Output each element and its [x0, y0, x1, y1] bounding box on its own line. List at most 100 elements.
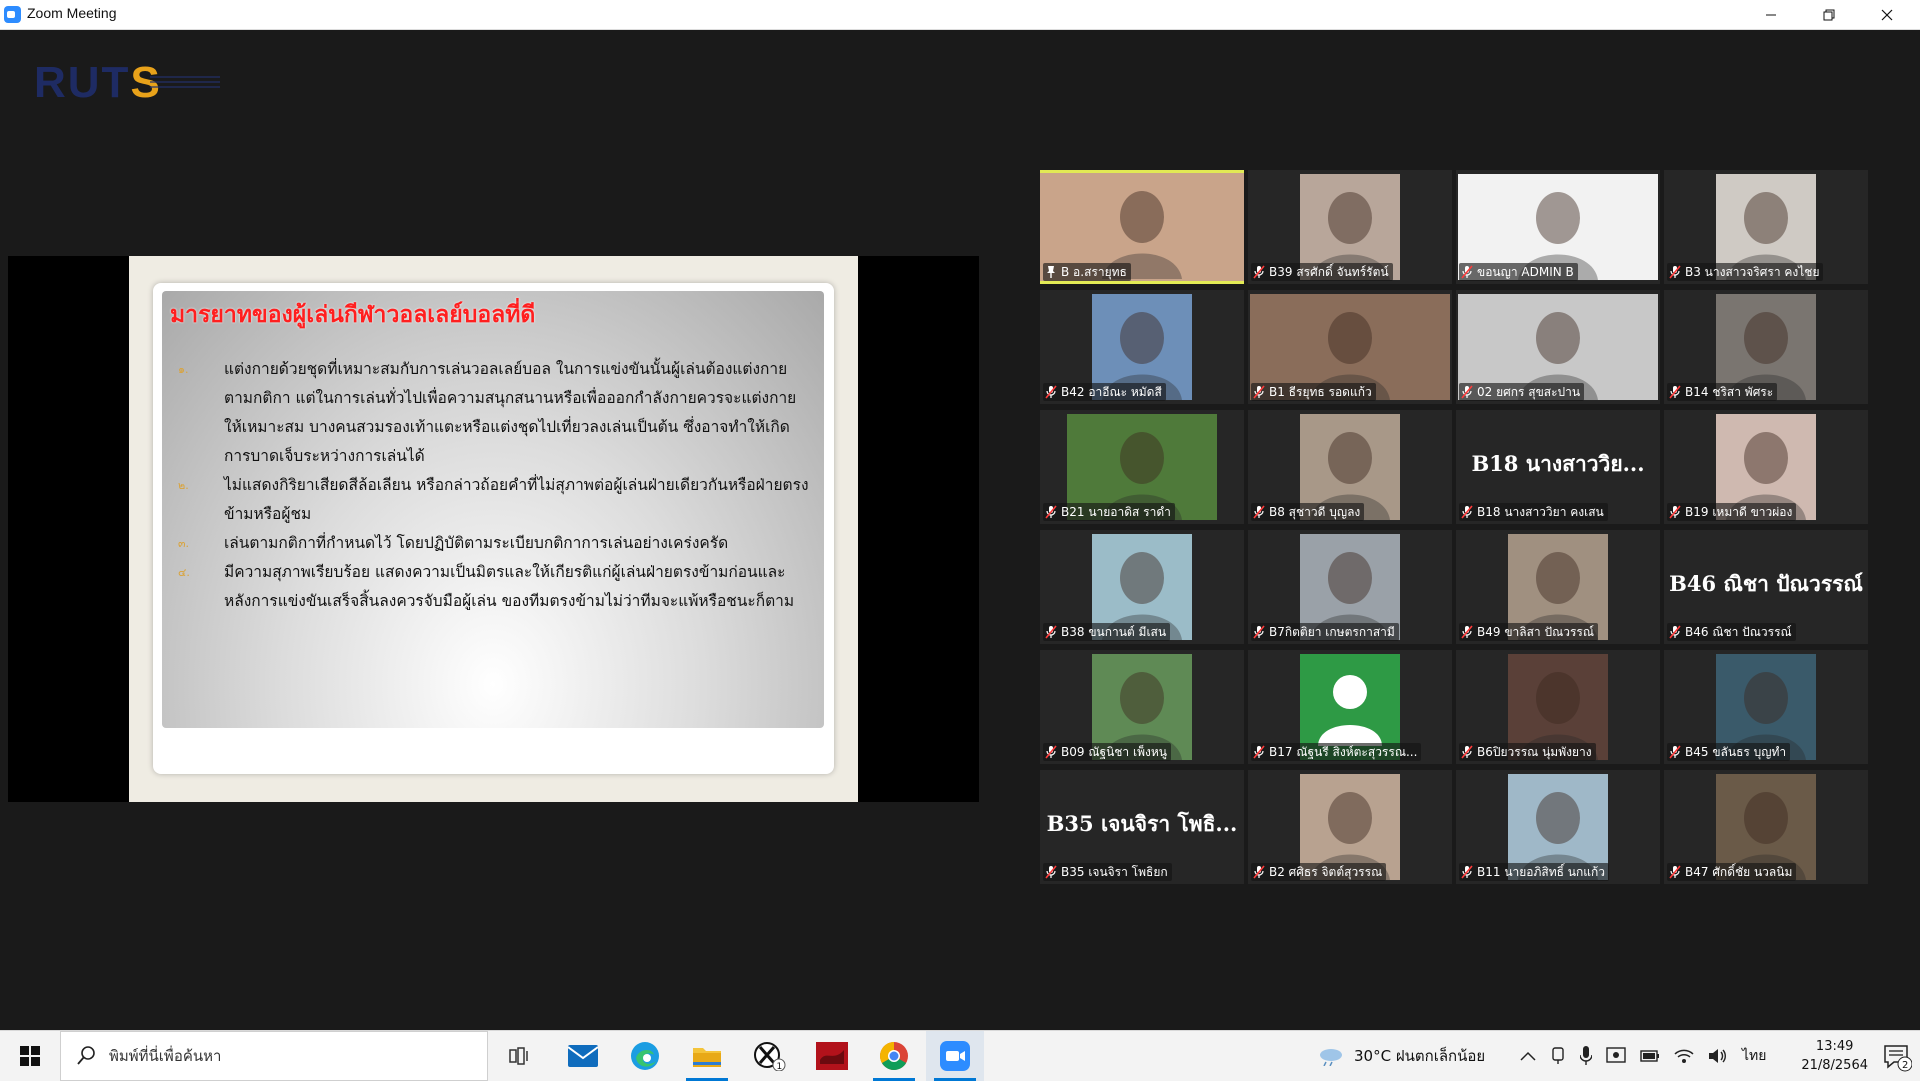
- system-tray: ไทย: [1520, 1031, 1766, 1081]
- participant-name: B3 นางสาวจริศรา คงไชย: [1685, 265, 1820, 279]
- participant-name-tag: B19 เหมาดี ขาวผ่อง: [1667, 503, 1797, 521]
- muted-mic-icon: [1669, 865, 1681, 879]
- edge-button[interactable]: [616, 1031, 674, 1081]
- zoom-taskbar-button[interactable]: [926, 1031, 984, 1081]
- participant-tile[interactable]: B35 เจนจิรา โพธิ... B35 เจนจิรา โพธิยก: [1040, 770, 1244, 884]
- participant-name-tag: B09 ณัฐนิชา เพ็งหนู: [1043, 743, 1171, 761]
- muted-mic-icon: [1045, 865, 1057, 879]
- taskbar-search-box[interactable]: พิมพ์ที่นี่เพื่อค้นหา: [60, 1031, 488, 1081]
- participant-tile[interactable]: B09 ณัฐนิชา เพ็งหนู: [1040, 650, 1244, 764]
- shared-screen[interactable]: มารยาทของผู้เล่นกีฬาวอลเลย์บอลที่ดี ๑. แต…: [8, 256, 979, 802]
- participant-name-tag: B3 นางสาวจริศรา คงไชย: [1667, 263, 1824, 281]
- participant-name: B46 ณิชา ปัณวรรณ์: [1685, 625, 1792, 639]
- muted-mic-icon: [1045, 625, 1057, 639]
- muted-mic-icon: [1045, 385, 1057, 399]
- notification-icon: 2: [1884, 1045, 1913, 1072]
- muted-mic-icon: [1461, 625, 1473, 639]
- participant-name-tag: 02 ยศกร สุขสะปาน: [1459, 383, 1585, 401]
- network-settings-icon[interactable]: [1606, 1047, 1626, 1065]
- red-app-button[interactable]: [803, 1031, 861, 1081]
- participant-name-tag: B7กิตติยา เกษตรกาสามี: [1251, 623, 1399, 641]
- chrome-button[interactable]: [865, 1031, 923, 1081]
- logo-subtitle-lines: [150, 76, 220, 90]
- participant-tile[interactable]: B8 สุชาวดี บุญลง: [1248, 410, 1452, 524]
- muted-mic-icon: [1253, 745, 1265, 759]
- participant-name-tag: B17 ณัฐนรี สิงห์ตะสุวรรณ...: [1251, 743, 1422, 761]
- participant-tile[interactable]: B1 ธีรยุทธ รอดแก้ว: [1248, 290, 1452, 404]
- taskbar-clock[interactable]: 13:49 21/8/2564: [1801, 1037, 1868, 1075]
- restore-button[interactable]: [1800, 0, 1858, 29]
- zoom-icon: [4, 6, 21, 23]
- participant-name: B45 ขลันธร บุญทำ: [1685, 745, 1787, 759]
- participant-tile[interactable]: 02 ยศกร สุขสะปาน: [1456, 290, 1660, 404]
- presentation-slide: มารยาทของผู้เล่นกีฬาวอลเลย์บอลที่ดี ๑. แต…: [129, 256, 858, 802]
- weather-widget[interactable]: 30°C ฝนตกเล็กน้อย: [1318, 1031, 1485, 1081]
- participant-tile[interactable]: B3 นางสาวจริศรา คงไชย: [1664, 170, 1868, 284]
- participant-name: B17 ณัฐนรี สิงห์ตะสุวรรณ...: [1269, 745, 1418, 759]
- file-explorer-button[interactable]: [678, 1031, 736, 1081]
- wifi-icon[interactable]: [1674, 1048, 1694, 1064]
- microphone-icon[interactable]: [1580, 1046, 1592, 1066]
- xbox-button[interactable]: 1: [741, 1031, 799, 1081]
- task-view-button[interactable]: [491, 1031, 549, 1081]
- participant-tile[interactable]: B39 สรศักดิ์ จันทร์รัตน์: [1248, 170, 1452, 284]
- participant-name-tag: B46 ณิชา ปัณวรรณ์: [1667, 623, 1796, 641]
- muted-mic-icon: [1461, 865, 1473, 879]
- muted-mic-icon: [1253, 865, 1265, 879]
- participant-tile[interactable]: B21 นายอาดิส ราดำ: [1040, 410, 1244, 524]
- participant-name: B38 ขนกานต์ มีเสน: [1061, 625, 1167, 639]
- start-button[interactable]: [0, 1031, 60, 1081]
- task-view-icon: [509, 1047, 528, 1065]
- participant-tile[interactable]: B2 ศศิธร จิตต์สุวรรณ: [1248, 770, 1452, 884]
- slide-content: มารยาทของผู้เล่นกีฬาวอลเลย์บอลที่ดี ๑. แต…: [162, 291, 824, 728]
- participant-name: B7กิตติยา เกษตรกาสามี: [1269, 625, 1395, 639]
- close-button[interactable]: [1858, 0, 1916, 29]
- input-language[interactable]: ไทย: [1742, 1045, 1766, 1067]
- muted-mic-icon: [1461, 265, 1473, 279]
- participant-tile[interactable]: B49 ขาลิสา ปัณวรรณ์: [1456, 530, 1660, 644]
- slide-bullet: ๔. มีความสุภาพเรียบร้อย แสดงความเป็นมิตรแ…: [178, 563, 795, 610]
- participant-tile[interactable]: B19 เหมาดี ขาวผ่อง: [1664, 410, 1868, 524]
- participant-tile[interactable]: B46 ณิชา ปัณวรรณ์ B46 ณิชา ปัณวรรณ์: [1664, 530, 1868, 644]
- participant-name-tag: B35 เจนจิรา โพธิยก: [1043, 863, 1172, 881]
- participant-tile[interactable]: B18 นางสาววิย... B18 นางสาววิยา คงเสน: [1456, 410, 1660, 524]
- participant-name: B11 นายอภิสิทธิ์ นกแก้ว: [1477, 865, 1605, 879]
- participant-name: B2 ศศิธร จิตต์สุวรรณ: [1269, 865, 1383, 879]
- mail-button[interactable]: [554, 1031, 612, 1081]
- participant-name-tag: B18 นางสาววิยา คงเสน: [1459, 503, 1608, 521]
- muted-mic-icon: [1461, 745, 1473, 759]
- zoom-icon: [940, 1041, 970, 1071]
- volume-icon[interactable]: [1708, 1048, 1728, 1064]
- slide-card: มารยาทของผู้เล่นกีฬาวอลเลย์บอลที่ดี ๑. แต…: [153, 283, 834, 774]
- participant-tile[interactable]: B อ.สรายุทธ: [1040, 170, 1244, 284]
- battery-icon[interactable]: [1640, 1050, 1660, 1062]
- participant-tile[interactable]: B6ปิยวรรณ นุ่มพังยาง: [1456, 650, 1660, 764]
- participant-name: 02 ยศกร สุขสะปาน: [1477, 385, 1581, 399]
- participant-tile[interactable]: B38 ขนกานต์ มีเสน: [1040, 530, 1244, 644]
- participant-name: B อ.สรายุทธ: [1061, 265, 1127, 279]
- search-placeholder: พิมพ์ที่นี่เพื่อค้นหา: [109, 1047, 222, 1065]
- notification-center-button[interactable]: 2: [1882, 1042, 1913, 1072]
- participant-tile[interactable]: ขอนญา ADMIN B: [1456, 170, 1660, 284]
- participant-tile[interactable]: B17 ณัฐนรี สิงห์ตะสุวรรณ...: [1248, 650, 1452, 764]
- participant-tile[interactable]: B42 อาอีณะ หมัดสี: [1040, 290, 1244, 404]
- minimize-button[interactable]: [1742, 0, 1800, 29]
- meet-now-icon[interactable]: [1550, 1047, 1566, 1065]
- participant-name: B1 ธีรยุทธ รอดแก้ว: [1269, 385, 1372, 399]
- chevron-up-icon[interactable]: [1520, 1051, 1536, 1061]
- app-red-icon: [816, 1042, 848, 1070]
- participant-tile[interactable]: B14 ชริสา พัศระ: [1664, 290, 1868, 404]
- participant-name-tag: B45 ขลันธร บุญทำ: [1667, 743, 1791, 761]
- participant-tile[interactable]: B11 นายอภิสิทธิ์ นกแก้ว: [1456, 770, 1660, 884]
- participant-name-tag: B1 ธีรยุทธ รอดแก้ว: [1251, 383, 1376, 401]
- search-icon: [77, 1046, 95, 1065]
- window-titlebar: Zoom Meeting: [0, 0, 1920, 30]
- participant-name: B47 ศักดิ์ชัย นวลนิม: [1685, 865, 1793, 879]
- participant-tile[interactable]: B47 ศักดิ์ชัย นวลนิม: [1664, 770, 1868, 884]
- participant-tile[interactable]: B7กิตติยา เกษตรกาสามี: [1248, 530, 1452, 644]
- participant-name: B09 ณัฐนิชา เพ็งหนู: [1061, 745, 1167, 759]
- mail-icon: [568, 1045, 598, 1067]
- minimize-icon: [1766, 14, 1776, 15]
- participant-tile[interactable]: B45 ขลันธร บุญทำ: [1664, 650, 1868, 764]
- participant-name-tag: B2 ศศิธร จิตต์สุวรรณ: [1251, 863, 1387, 881]
